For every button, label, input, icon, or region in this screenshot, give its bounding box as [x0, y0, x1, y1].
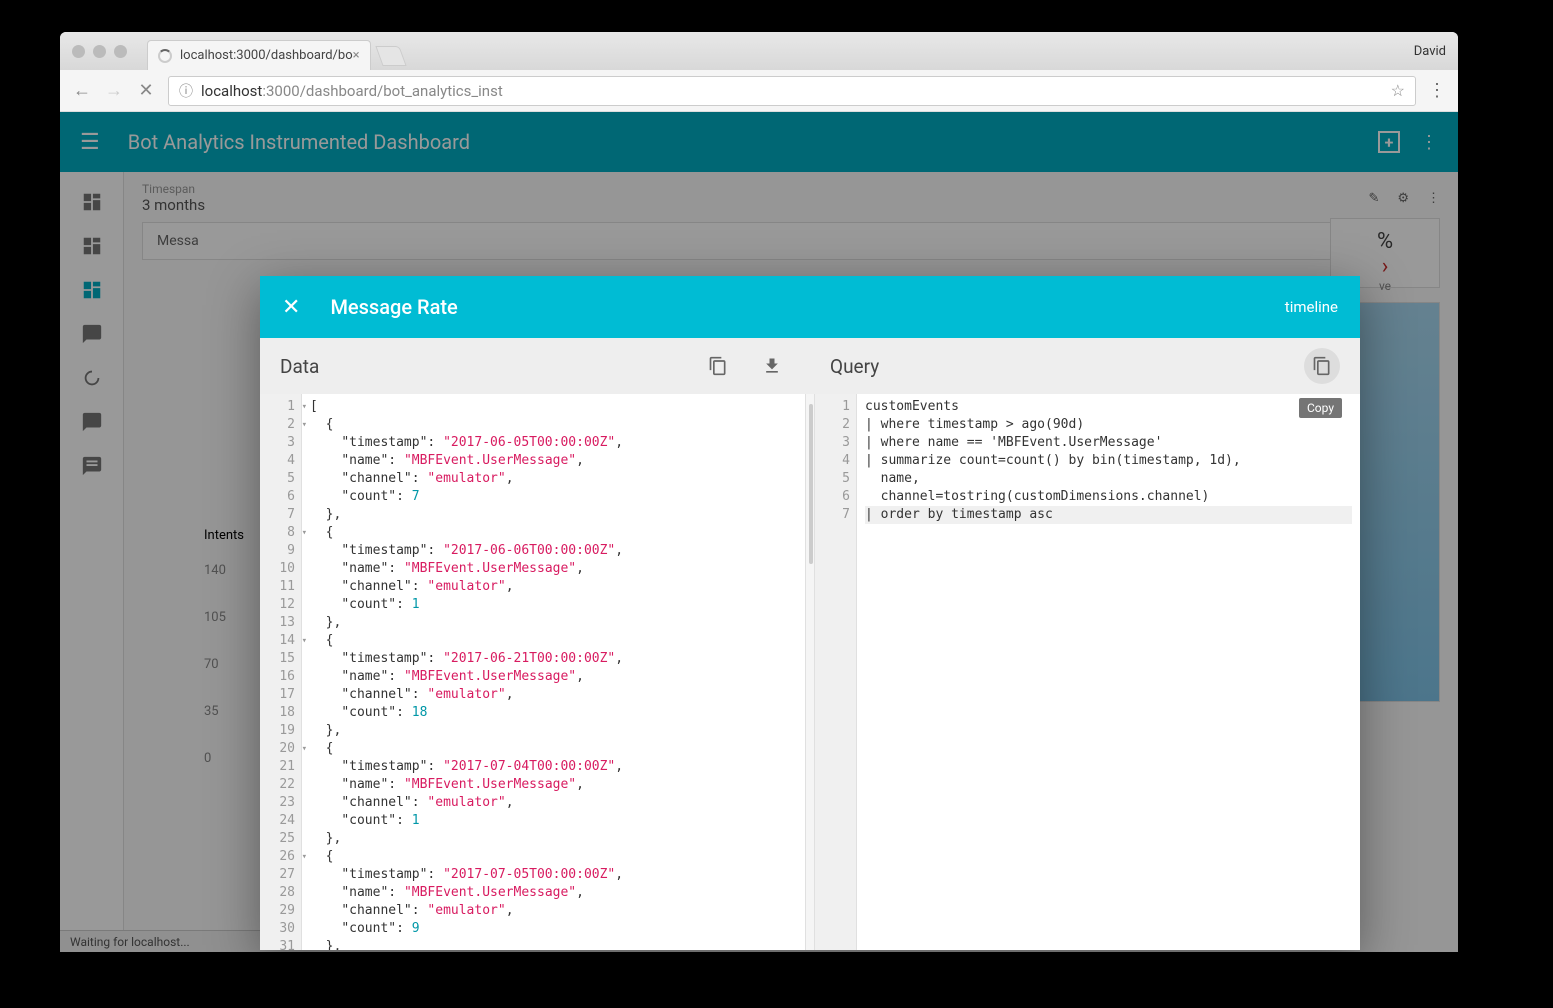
browser-toolbar: ← → ✕ ⓘ localhost:3000/dashboard/bot_ana…: [60, 70, 1458, 112]
browser-profile-name[interactable]: David: [1414, 44, 1446, 59]
url-path: /dashboard/bot_analytics_inst: [300, 82, 503, 100]
bookmark-icon[interactable]: ☆: [1391, 81, 1405, 100]
close-tab-icon[interactable]: ×: [353, 48, 360, 63]
stop-button[interactable]: ✕: [136, 80, 156, 101]
url-host: localhost: [201, 82, 262, 100]
close-icon[interactable]: ✕: [282, 295, 300, 320]
window-controls: [72, 45, 127, 58]
data-editor[interactable]: 1234567891011121314151617181920212223242…: [260, 394, 805, 950]
copy-query-button[interactable]: [1304, 348, 1340, 384]
modal-header: ✕ Message Rate timeline: [260, 276, 1360, 338]
timeline-button[interactable]: timeline: [1285, 298, 1338, 316]
app-content: ☰ Bot Analytics Instrumented Dashboard +…: [60, 112, 1458, 952]
browser-title-bar: localhost:3000/dashboard/bo × David: [60, 32, 1458, 70]
browser-window: localhost:3000/dashboard/bo × David ← → …: [60, 32, 1458, 952]
tab-title: localhost:3000/dashboard/bo: [180, 48, 353, 63]
minimize-window-icon[interactable]: [93, 45, 106, 58]
browser-menu-icon[interactable]: ⋮: [1428, 80, 1446, 101]
copy-data-button[interactable]: [700, 348, 736, 384]
maximize-window-icon[interactable]: [114, 45, 127, 58]
message-rate-modal: ✕ Message Rate timeline Data Query: [260, 276, 1360, 950]
query-editor[interactable]: 1234567 customEvents| where timestamp > …: [815, 394, 1360, 950]
query-gutter: 1234567: [815, 394, 857, 950]
new-tab-button[interactable]: [375, 46, 406, 66]
browser-tab[interactable]: localhost:3000/dashboard/bo ×: [147, 40, 371, 70]
close-window-icon[interactable]: [72, 45, 85, 58]
query-code[interactable]: customEvents| where timestamp > ago(90d)…: [857, 394, 1360, 950]
site-info-icon[interactable]: ⓘ: [179, 81, 193, 101]
forward-button: →: [104, 80, 124, 101]
pane-divider[interactable]: [805, 394, 815, 950]
query-section-title: Query: [830, 355, 879, 378]
back-button[interactable]: ←: [72, 80, 92, 101]
modal-toolbar: Data Query: [260, 338, 1360, 394]
data-code[interactable]: [ { "timestamp": "2017-06-05T00:00:00Z",…: [302, 394, 805, 950]
address-bar[interactable]: ⓘ localhost:3000/dashboard/bot_analytics…: [168, 76, 1416, 106]
data-gutter: 1234567891011121314151617181920212223242…: [260, 394, 302, 950]
data-section-title: Data: [280, 355, 319, 378]
modal-body: 1234567891011121314151617181920212223242…: [260, 394, 1360, 950]
download-button[interactable]: [754, 348, 790, 384]
modal-title: Message Rate: [330, 295, 457, 319]
copy-tooltip: Copy: [1299, 398, 1342, 418]
loading-spinner-icon: [158, 49, 172, 63]
url-port: :3000: [262, 82, 299, 100]
